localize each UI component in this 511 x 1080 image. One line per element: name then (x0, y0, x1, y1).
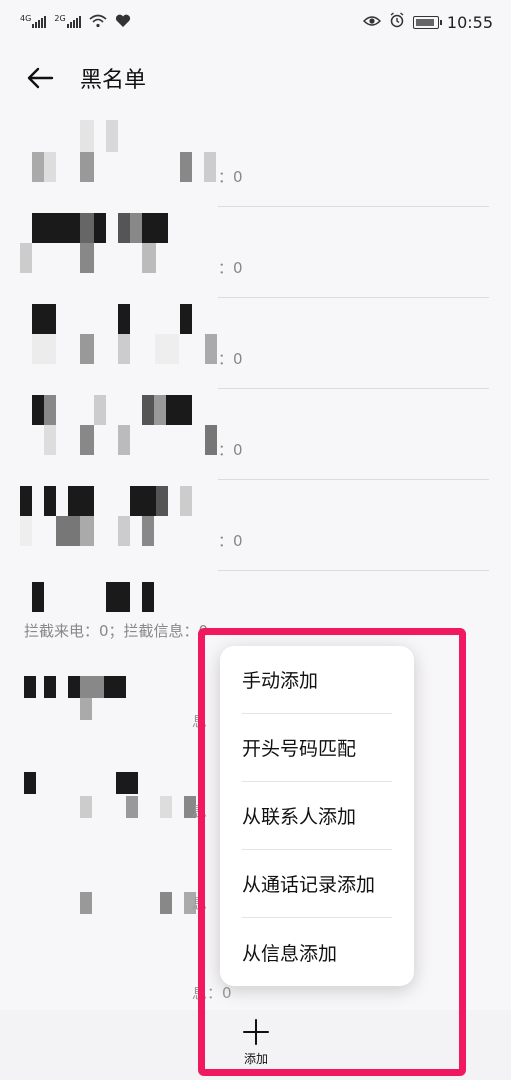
net2-label: 2G (54, 14, 66, 24)
wifi-icon (89, 13, 107, 32)
block-count: ：0 (218, 532, 243, 550)
clock-time: 10:55 (446, 12, 493, 32)
arrow-back-icon (27, 67, 54, 89)
status-left: 4G 2G (20, 13, 131, 32)
network-2g-icon: 2G (54, 13, 81, 32)
status-right: 10:55 (362, 12, 493, 32)
status-bar: 4G 2G 10:55 (0, 0, 511, 44)
block-count: ：0 (218, 259, 243, 277)
alarm-icon (389, 12, 405, 32)
block-summary-text: 拦截来电：0；拦截信息：0 (24, 622, 209, 640)
header: 黑名单 (0, 44, 511, 112)
block-count: ：0 (218, 441, 243, 459)
list-item[interactable]: ：0 (0, 389, 511, 480)
blacklist: ：0 ：0 ：0 ：0 ：0 (0, 116, 511, 571)
block-count: ：0 (218, 350, 243, 368)
back-button[interactable] (20, 58, 60, 98)
heart-icon (115, 13, 131, 32)
list-item[interactable]: ：0 (0, 207, 511, 298)
list-item[interactable]: ：0 (0, 480, 511, 571)
page-title: 黑名单 (80, 68, 147, 93)
net1-label: 4G (20, 14, 32, 24)
battery-icon (412, 15, 442, 29)
list-item[interactable]: ：0 (0, 298, 511, 389)
block-count: ：0 (218, 168, 243, 186)
network-4g-icon: 4G (20, 13, 47, 32)
list-item[interactable]: ：0 (0, 116, 511, 207)
eye-icon (362, 13, 381, 32)
annotation-highlight (198, 628, 466, 1076)
